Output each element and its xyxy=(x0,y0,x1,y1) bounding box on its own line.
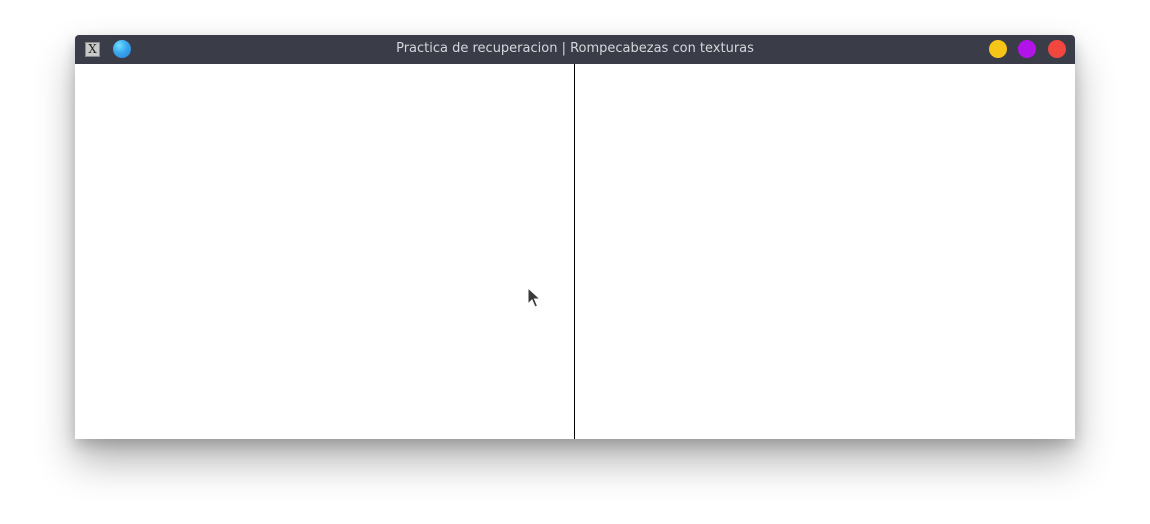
titlebar[interactable]: X Practica de recuperacion | Rompecabeza… xyxy=(75,35,1075,64)
close-button[interactable] xyxy=(1048,40,1066,58)
app-window: X Practica de recuperacion | Rompecabeza… xyxy=(75,35,1075,439)
sphere-menu-icon[interactable] xyxy=(113,40,131,58)
canvas-area[interactable] xyxy=(75,64,1075,439)
left-viewport[interactable] xyxy=(75,64,574,439)
right-viewport[interactable] xyxy=(575,64,1075,439)
mouse-pointer-icon xyxy=(527,287,541,308)
maximize-button[interactable] xyxy=(1018,40,1036,58)
x11-app-icon[interactable]: X xyxy=(85,42,100,57)
minimize-button[interactable] xyxy=(989,40,1007,58)
window-title: Practica de recuperacion | Rompecabezas … xyxy=(396,41,754,56)
